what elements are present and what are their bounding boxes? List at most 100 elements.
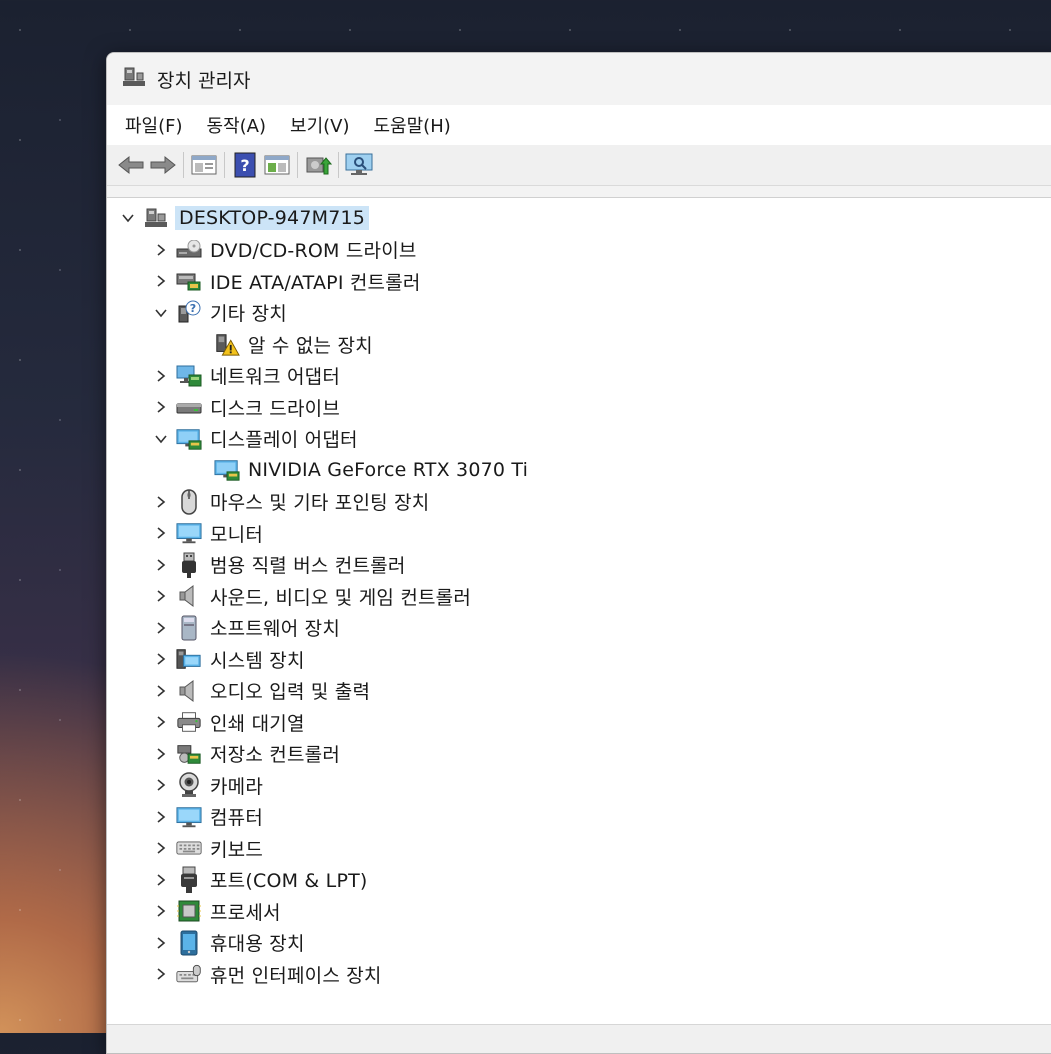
tree-category[interactable]: DVD/CD-ROM 드라이브 xyxy=(152,235,417,265)
tree-category[interactable]: 시스템 장치 xyxy=(152,644,305,674)
hid-icon xyxy=(176,961,202,987)
tree-device[interactable]: NIVIDIA GeForce RTX 3070 Ti xyxy=(208,455,528,485)
device-tree: DESKTOP-947M715 DVD/CD-ROM 드라이브 IDE ATA/AT… xyxy=(107,197,1051,1025)
expand-toggle[interactable] xyxy=(152,587,170,605)
back-icon xyxy=(118,155,144,175)
system-device-icon xyxy=(176,646,202,672)
usb-icon xyxy=(176,552,202,578)
scan-hardware-button[interactable] xyxy=(343,150,375,180)
expand-toggle[interactable] xyxy=(152,272,170,290)
tree-item-label: 기타 장치 xyxy=(210,303,287,325)
port-icon xyxy=(176,866,202,893)
action-pane-button[interactable] xyxy=(261,150,293,180)
title-bar: 장치 관리자 xyxy=(107,53,1051,105)
tree-category[interactable]: 디스플레이 어댑터 xyxy=(152,424,358,454)
chevron-right-icon xyxy=(157,275,166,287)
tree-category[interactable]: 범용 직렬 버스 컨트롤러 xyxy=(152,550,406,580)
expand-toggle[interactable] xyxy=(152,871,170,889)
expand-toggle[interactable] xyxy=(152,713,170,731)
menu-bar: 파일(F) 동작(A) 보기(V) 도움말(H) xyxy=(107,105,1051,145)
tree-category[interactable]: 모니터 xyxy=(152,518,263,548)
menu-view[interactable]: 보기(V) xyxy=(278,108,361,142)
expand-toggle[interactable] xyxy=(152,902,170,920)
chevron-right-icon xyxy=(157,369,166,382)
ide-controller-icon xyxy=(176,268,202,294)
chevron-right-icon xyxy=(157,684,166,697)
menu-file[interactable]: 파일(F) xyxy=(113,108,195,142)
tree-category[interactable]: 사운드, 비디오 및 게임 컨트롤러 xyxy=(152,581,471,611)
expand-toggle[interactable] xyxy=(152,839,170,857)
chevron-right-icon xyxy=(157,779,166,791)
gpu-icon xyxy=(214,457,240,483)
help-button[interactable]: ? xyxy=(229,150,261,180)
dvd-drive-icon xyxy=(176,237,202,263)
expand-toggle[interactable] xyxy=(152,934,170,952)
expand-toggle[interactable] xyxy=(152,493,170,511)
status-bar xyxy=(107,1024,1051,1053)
expand-toggle[interactable] xyxy=(152,241,170,259)
tree-category[interactable]: 디스크 드라이브 xyxy=(152,392,340,422)
expand-toggle[interactable] xyxy=(152,524,170,542)
svg-text:?: ? xyxy=(190,302,196,315)
tree-category[interactable]: ? 기타 장치 xyxy=(152,298,287,328)
show-hide-console-tree-button[interactable] xyxy=(188,150,220,180)
printer-icon xyxy=(176,709,202,735)
tree-root-label: DESKTOP-947M715 xyxy=(175,206,370,230)
back-button[interactable] xyxy=(115,150,147,180)
expand-toggle[interactable] xyxy=(152,745,170,763)
collapse-toggle[interactable] xyxy=(152,430,170,448)
svg-text:?: ? xyxy=(240,156,249,175)
camera-icon xyxy=(176,772,202,798)
tree-item-label: 오디오 입력 및 출력 xyxy=(210,681,371,703)
tree-category[interactable]: 키보드 xyxy=(152,833,263,863)
expand-toggle[interactable] xyxy=(152,776,170,794)
help-icon: ? xyxy=(234,152,256,178)
tree-category[interactable]: 네트워크 어댑터 xyxy=(152,361,340,391)
tree-item-label: 휴먼 인터페이스 장치 xyxy=(210,964,382,987)
forward-button[interactable] xyxy=(147,150,179,180)
collapse-toggle[interactable] xyxy=(119,209,137,227)
tree-category[interactable]: 프로세서 xyxy=(152,896,281,926)
tree-category[interactable]: 카메라 xyxy=(152,770,263,800)
tree-category[interactable]: 소프트웨어 장치 xyxy=(152,613,340,643)
tree-item-label: DVD/CD-ROM 드라이브 xyxy=(210,240,417,262)
menu-action[interactable]: 동작(A) xyxy=(195,108,278,142)
chevron-down-icon xyxy=(155,434,167,443)
chevron-right-icon xyxy=(157,905,166,917)
speaker-icon xyxy=(176,583,202,609)
menu-help[interactable]: 도움말(H) xyxy=(362,108,463,142)
tree-category[interactable]: 컴퓨터 xyxy=(152,802,263,832)
tree-category[interactable]: 오디오 입력 및 출력 xyxy=(152,676,370,706)
audio-io-icon xyxy=(176,678,202,704)
chevron-right-icon xyxy=(157,590,166,602)
tree-item-label: 포트(COM & LPT) xyxy=(210,870,368,892)
tree-category[interactable]: 인쇄 대기열 xyxy=(152,707,305,737)
tree-item-label: 네트워크 어댑터 xyxy=(210,366,340,388)
expand-toggle[interactable] xyxy=(152,398,170,416)
expand-toggle[interactable] xyxy=(152,682,170,700)
expand-toggle[interactable] xyxy=(152,619,170,637)
collapse-toggle[interactable] xyxy=(152,304,170,322)
device-manager-window: 장치 관리자 파일(F) 동작(A) 보기(V) 도움말(H) ? DESKTO… xyxy=(106,52,1051,1054)
tree-category[interactable]: 저장소 컨트롤러 xyxy=(152,739,340,769)
expand-toggle[interactable] xyxy=(152,965,170,983)
expand-toggle[interactable] xyxy=(152,650,170,668)
tree-category[interactable]: 휴먼 인터페이스 장치 xyxy=(152,959,382,989)
update-driver-icon xyxy=(306,157,332,175)
expand-toggle[interactable] xyxy=(152,556,170,574)
expand-toggle[interactable] xyxy=(152,808,170,826)
tree-device[interactable]: 알 수 없는 장치 xyxy=(208,329,373,359)
tree-item-label: 시스템 장치 xyxy=(210,649,305,672)
update-driver-button[interactable] xyxy=(302,150,334,180)
tree-category[interactable]: IDE ATA/ATAPI 컨트롤러 xyxy=(152,266,421,296)
tree-item-label: 사운드, 비디오 및 게임 컨트롤러 xyxy=(210,586,472,609)
tree-item-label: 키보드 xyxy=(210,838,264,861)
chevron-right-icon xyxy=(157,936,166,949)
expand-toggle[interactable] xyxy=(152,367,170,385)
tree-category[interactable]: 마우스 및 기타 포인팅 장치 xyxy=(152,487,429,517)
tree-item-label: 프로세서 xyxy=(210,901,281,924)
device-manager-app-icon xyxy=(121,64,147,94)
tree-root[interactable]: DESKTOP-947M715 xyxy=(119,203,370,233)
tree-category[interactable]: 휴대용 장치 xyxy=(152,928,305,958)
tree-category[interactable]: 포트(COM & LPT) xyxy=(152,865,368,895)
